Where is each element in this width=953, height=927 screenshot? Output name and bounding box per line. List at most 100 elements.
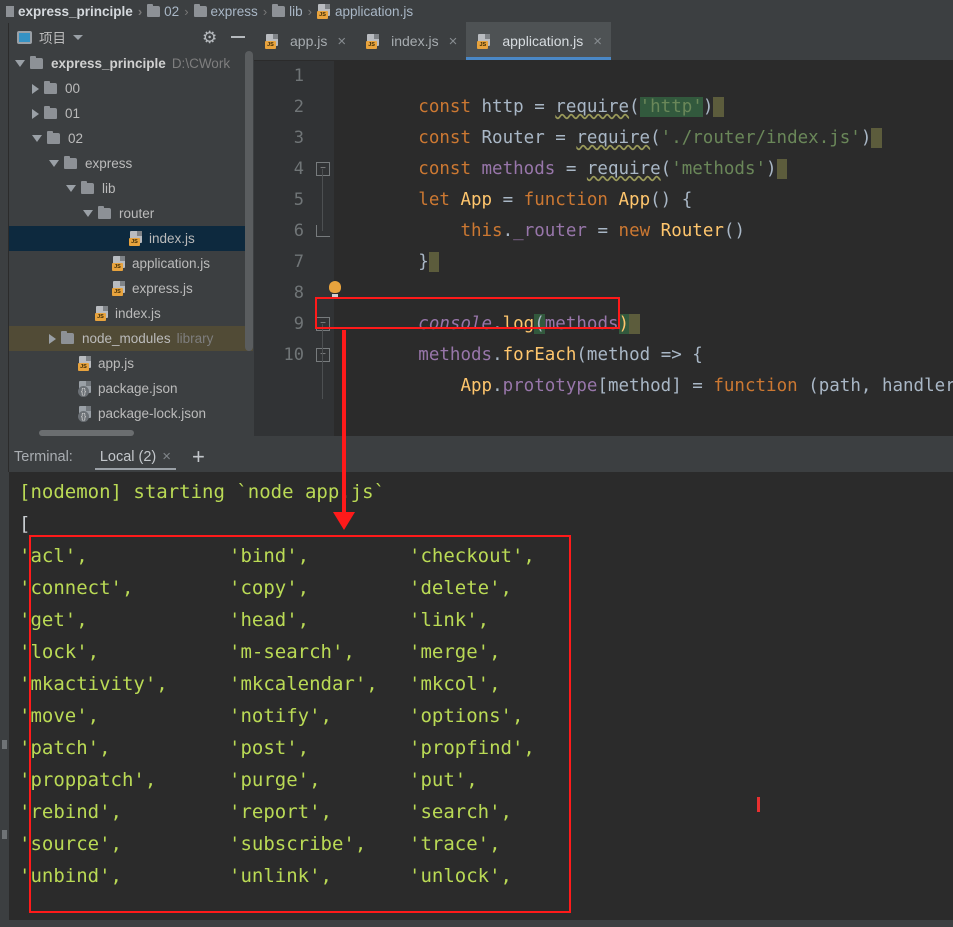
fold-marker-line4[interactable]: −: [316, 162, 330, 176]
tree-row-lib[interactable]: lib: [9, 176, 253, 201]
breadcrumb-item-3[interactable]: lib ›: [272, 4, 317, 19]
folder-icon: [272, 4, 286, 17]
chevron-down-icon[interactable]: [73, 34, 83, 40]
breadcrumb-item-1[interactable]: 02 ›: [147, 4, 193, 19]
tree-row-label: express: [85, 156, 133, 171]
chevron-right-icon[interactable]: [32, 83, 39, 94]
chevron-right-icon[interactable]: [49, 333, 56, 344]
line-number-6: 6: [293, 221, 304, 241]
chevron-down-icon[interactable]: [66, 185, 76, 192]
close-icon[interactable]: ×: [162, 448, 171, 465]
tree-row-label: package.json: [98, 381, 178, 396]
tree-row-00[interactable]: 00: [9, 76, 253, 101]
breadcrumb-label: express: [210, 4, 258, 19]
code-line-5: this._router = new Router(): [460, 221, 745, 241]
code-line-4: let App = function App() {: [418, 190, 693, 210]
tree-row-label: express_principle: [51, 56, 166, 71]
terminal-method-cell: 'acl',: [19, 545, 88, 567]
breadcrumb-separator: ›: [184, 4, 189, 19]
terminal-method-cell: 'move',: [19, 705, 100, 727]
editor-tab-bar: JS app.js × JS index.js × JS application.js ×: [254, 22, 953, 61]
tree-row-package-lock-json[interactable]: {} package-lock.json: [9, 401, 253, 426]
chevron-right-icon[interactable]: [32, 108, 39, 119]
terminal-method-cell: 'search',: [409, 801, 512, 823]
line-number-9: 9: [293, 314, 304, 334]
tree-row-label: 01: [65, 106, 81, 121]
project-window-icon: [17, 30, 32, 44]
tree-row-01[interactable]: 01: [9, 101, 253, 126]
chevron-down-icon[interactable]: [83, 210, 93, 217]
tree-row-index-js[interactable]: JS index.js: [9, 301, 253, 326]
fold-marker-line10[interactable]: −: [316, 348, 330, 362]
terminal-method-cell: 'mkcol',: [409, 673, 501, 695]
gear-icon[interactable]: [202, 30, 217, 45]
terminal-method-cell: 'bind',: [229, 545, 310, 567]
folder-icon: [61, 331, 74, 344]
terminal-tab-local[interactable]: Local (2) ×: [91, 441, 180, 472]
editor-gutter[interactable]: 1 2 3 4 5 6 7 8 9 10: [254, 61, 312, 436]
tree-horizontal-scrollbar[interactable]: [39, 430, 134, 436]
tree-row-package-json[interactable]: {} package.json: [9, 376, 253, 401]
code-editor[interactable]: 1 2 3 4 5 6 7 8 9 10 − − − const http = require('…: [254, 61, 953, 436]
tree-row-application-js[interactable]: JS application.js: [9, 251, 253, 276]
line-number-1: 1: [293, 66, 304, 86]
terminal-method-cell: 'mkcalendar',: [229, 673, 378, 695]
terminal-method-cell: 'options',: [409, 705, 524, 727]
code-line-1: const http = require('http'): [334, 61, 724, 117]
tree-row-label: application.js: [132, 256, 211, 271]
editor-tab-application-js[interactable]: JS application.js ×: [466, 22, 612, 60]
breadcrumb-item-4[interactable]: JS application.js: [317, 4, 413, 19]
json-file-icon: {}: [78, 406, 92, 422]
close-icon[interactable]: ×: [337, 33, 346, 50]
terminal-method-cell: 'trace',: [409, 833, 501, 855]
js-file-icon: JS: [477, 33, 491, 49]
plus-icon[interactable]: +: [192, 445, 205, 468]
js-file-icon: JS: [366, 33, 380, 49]
fold-end-line6: [316, 225, 330, 237]
fold-connector-line-2: [322, 324, 323, 399]
js-file-icon: JS: [95, 306, 109, 321]
close-icon[interactable]: ×: [449, 33, 458, 50]
chevron-down-icon[interactable]: [49, 160, 59, 167]
tree-row-index-js[interactable]: JS index.js: [9, 226, 253, 251]
folder-icon: [44, 81, 57, 94]
editor-tab-index-js[interactable]: JS index.js ×: [355, 22, 466, 60]
line-number-5: 5: [293, 190, 304, 210]
terminal-method-cell: 'subscribe',: [229, 833, 367, 855]
code-line-8: console.log(methods): [334, 278, 640, 334]
terminal-method-cell: 'merge',: [409, 641, 501, 663]
tree-row-express[interactable]: express: [9, 151, 253, 176]
chevron-down-icon[interactable]: [15, 60, 25, 67]
close-icon[interactable]: ×: [593, 33, 602, 50]
terminal-output[interactable]: [nodemon] starting `node app.js` [ 'acl'…: [9, 472, 953, 920]
tree-row-02[interactable]: 02: [9, 126, 253, 151]
chevron-down-icon[interactable]: [32, 135, 42, 142]
status-bar: [0, 920, 953, 927]
editor-tab-app-js[interactable]: JS app.js ×: [254, 22, 355, 60]
editor-fold-strip[interactable]: [312, 61, 334, 436]
project-tree[interactable]: express_principle D:\CWork 00 01 02 express li…: [9, 51, 253, 436]
tree-row-express-principle[interactable]: express_principle D:\CWork: [9, 51, 253, 76]
breadcrumb-item-0[interactable]: express_principle ›: [6, 4, 147, 19]
breadcrumb-item-2[interactable]: express ›: [193, 4, 273, 19]
terminal-method-cell: 'lock',: [19, 641, 100, 663]
line-number-8: 8: [293, 283, 304, 303]
tree-row-router[interactable]: router: [9, 201, 253, 226]
terminal-method-cell: 'report',: [229, 801, 332, 823]
code-text-area[interactable]: const http = require('http') const Route…: [334, 61, 953, 436]
tree-row-node-modules[interactable]: node_modules library: [9, 326, 253, 351]
tree-row-express-js[interactable]: JS express.js: [9, 276, 253, 301]
terminal-method-cell: 'purge',: [229, 769, 321, 791]
terminal-line-nodemon: [nodemon] starting `node app.js`: [19, 481, 386, 503]
minimize-icon[interactable]: [231, 36, 245, 38]
fold-marker-line9[interactable]: −: [316, 317, 330, 331]
tree-vertical-scrollbar[interactable]: [245, 51, 253, 351]
terminal-gutter-mark-1: [2, 740, 7, 749]
tree-row-app-js[interactable]: JS app.js: [9, 351, 253, 376]
tree-row-label: 02: [68, 131, 84, 146]
js-file-icon: JS: [317, 4, 331, 19]
code-line-3: const methods = require('methods'): [334, 123, 788, 179]
folder-icon: [6, 6, 14, 17]
tree-row-label: package-lock.json: [98, 406, 207, 421]
